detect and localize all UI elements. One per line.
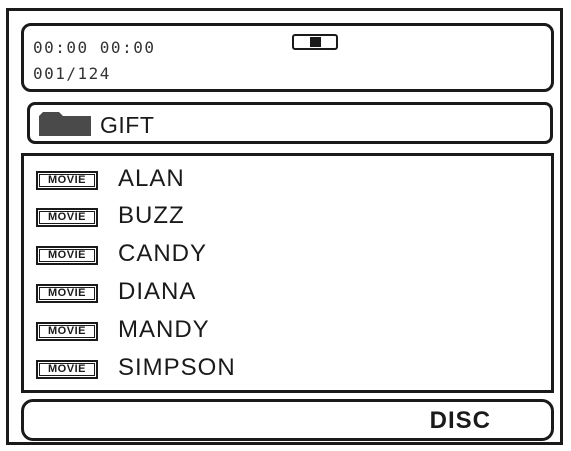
list-item[interactable]: MOVIE BUZZ [36, 202, 536, 236]
file-list: MOVIE ALAN MOVIE BUZZ MOVIE CANDY MOVIE … [21, 153, 554, 393]
source-bar[interactable]: DISC [21, 399, 554, 441]
list-item[interactable]: MOVIE ALAN [36, 165, 536, 199]
movie-badge: MOVIE [36, 171, 98, 190]
current-folder[interactable]: GIFT [27, 102, 553, 144]
movie-badge: MOVIE [36, 322, 98, 341]
source-label: DISC [429, 407, 491, 434]
file-name: ALAN [118, 165, 185, 192]
track-counter: 001/124 [33, 64, 111, 83]
list-item[interactable]: MOVIE SIMPSON [36, 354, 536, 388]
movie-badge: MOVIE [36, 246, 98, 265]
list-item[interactable]: MOVIE MANDY [36, 316, 536, 350]
list-item[interactable]: MOVIE DIANA [36, 278, 536, 312]
file-name: SIMPSON [118, 354, 236, 381]
file-name: MANDY [118, 316, 210, 343]
file-name: BUZZ [118, 202, 185, 229]
status-panel: 00:00 00:00 001/124 [21, 23, 554, 92]
list-item[interactable]: MOVIE CANDY [36, 240, 536, 274]
file-name: CANDY [118, 240, 208, 267]
file-name: DIANA [118, 278, 197, 305]
folder-icon [39, 112, 91, 136]
playback-mode-icon [292, 34, 338, 50]
movie-badge: MOVIE [36, 208, 98, 227]
folder-name: GIFT [100, 112, 155, 138]
movie-badge: MOVIE [36, 284, 98, 303]
playback-time: 00:00 00:00 [33, 38, 156, 57]
movie-badge: MOVIE [36, 360, 98, 379]
